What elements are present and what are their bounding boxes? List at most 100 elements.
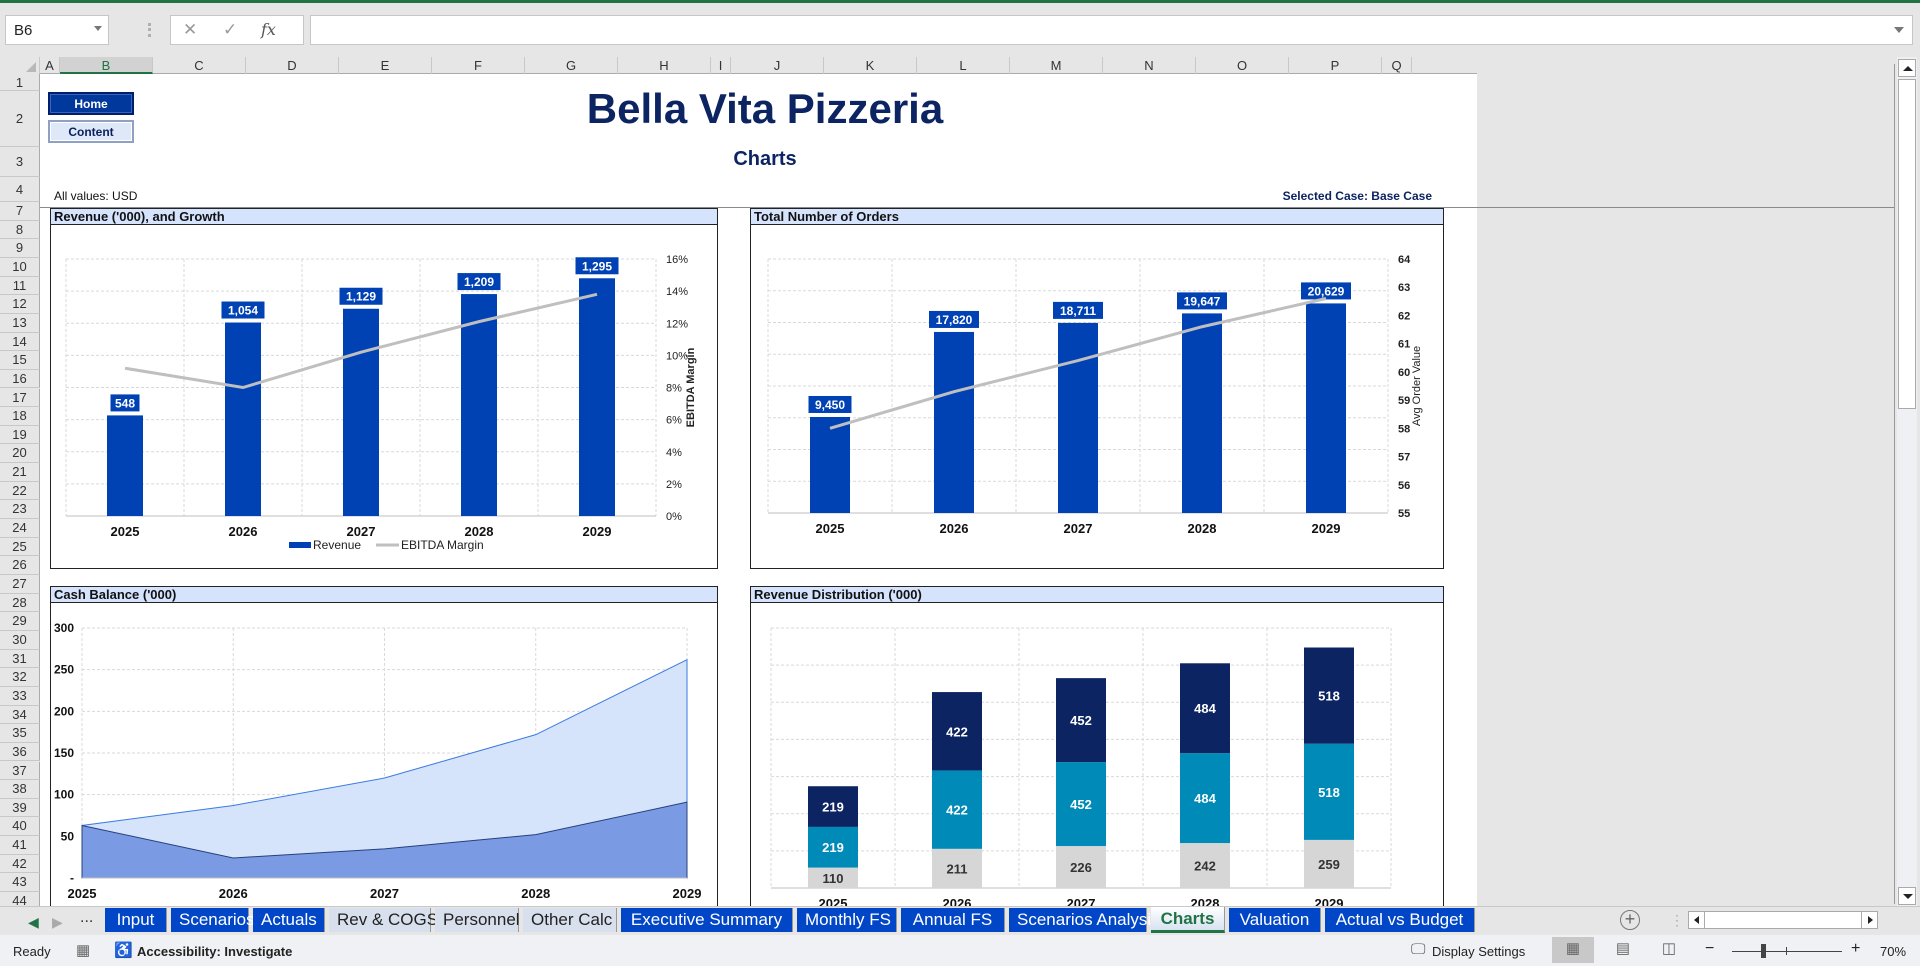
row-header-38[interactable]: 38 — [0, 780, 40, 799]
row-header-20[interactable]: 20 — [0, 444, 40, 464]
chevron-down-icon[interactable] — [94, 26, 102, 31]
row-header-35[interactable]: 35 — [0, 724, 40, 743]
row-header-42[interactable]: 42 — [0, 854, 40, 874]
zoom-in-icon[interactable]: + — [1851, 940, 1860, 958]
row-header-29[interactable]: 29 — [0, 612, 40, 631]
add-sheet-icon[interactable]: + — [1620, 910, 1640, 930]
display-settings-icon[interactable]: 🖵 — [1411, 941, 1425, 958]
row-header-39[interactable]: 39 — [0, 798, 40, 818]
row-header-43[interactable]: 43 — [0, 873, 40, 893]
column-header-h[interactable]: H — [618, 57, 711, 74]
row-header-30[interactable]: 30 — [0, 630, 40, 650]
column-header-f[interactable]: F — [432, 57, 525, 74]
tab-input[interactable]: Input — [105, 908, 167, 932]
row-header-24[interactable]: 24 — [0, 519, 40, 538]
row-header-21[interactable]: 21 — [0, 463, 40, 482]
row-header-9[interactable]: 9 — [0, 239, 40, 258]
row-header-1[interactable]: 1 — [0, 74, 40, 91]
row-header-11[interactable]: 11 — [0, 276, 40, 296]
column-header-b[interactable]: B — [60, 57, 153, 74]
zoom-slider-thumb[interactable] — [1761, 944, 1766, 958]
row-header-13[interactable]: 13 — [0, 313, 40, 333]
tab-next-icon[interactable]: ▶ — [52, 914, 63, 931]
row-header-17[interactable]: 17 — [0, 388, 40, 408]
normal-view-icon[interactable]: ▦ — [1552, 937, 1594, 963]
tab-actuals[interactable]: Actuals — [253, 908, 325, 932]
row-header-23[interactable]: 23 — [0, 500, 40, 520]
column-header-k[interactable]: K — [824, 57, 917, 74]
row-header-32[interactable]: 32 — [0, 668, 40, 687]
row-header-40[interactable]: 40 — [0, 817, 40, 837]
tab-valuation[interactable]: Valuation — [1229, 908, 1321, 932]
row-header-26[interactable]: 26 — [0, 556, 40, 575]
column-header-i[interactable]: I — [711, 57, 731, 74]
enter-icon[interactable]: ✓ — [223, 20, 237, 40]
row-header-16[interactable]: 16 — [0, 369, 40, 389]
zoom-slider[interactable] — [1732, 951, 1842, 952]
tab-scenarios[interactable]: Scenarios — [171, 908, 255, 932]
column-header-e[interactable]: E — [339, 57, 432, 74]
row-header-10[interactable]: 10 — [0, 257, 40, 277]
insert-function-icon[interactable]: fx — [261, 20, 276, 39]
column-header-c[interactable]: C — [153, 57, 246, 74]
orders-chart[interactable]: 9,450 2025 17,820 2026 18,711 2027 19,647 2028 2… — [751, 226, 1443, 569]
tab-executive-summary[interactable]: Executive Summary — [621, 908, 793, 932]
scroll-down-icon[interactable] — [1898, 887, 1916, 905]
home-button[interactable]: Home — [48, 92, 134, 115]
scroll-left-icon[interactable] — [1689, 912, 1705, 928]
tab-more[interactable]: ... — [80, 909, 93, 927]
row-header-33[interactable]: 33 — [0, 686, 40, 706]
row-header-34[interactable]: 34 — [0, 705, 40, 725]
row-header-19[interactable]: 19 — [0, 425, 40, 445]
column-header-m[interactable]: M — [1010, 57, 1103, 74]
column-header-o[interactable]: O — [1196, 57, 1289, 74]
row-header-25[interactable]: 25 — [0, 537, 40, 557]
page-break-icon[interactable]: ◫ — [1648, 937, 1690, 963]
select-all-button[interactable] — [0, 57, 40, 74]
distribution-chart[interactable]: 1102192192025211422422202622645245220272… — [751, 604, 1443, 916]
row-header-12[interactable]: 12 — [0, 295, 40, 314]
accessibility-icon[interactable]: ♿ — [114, 941, 133, 959]
row-header-18[interactable]: 18 — [0, 407, 40, 426]
tab-other-calc[interactable]: Other Calc — [523, 908, 617, 932]
row-header-14[interactable]: 14 — [0, 332, 40, 352]
name-box[interactable]: B6 — [5, 15, 109, 45]
column-header-d[interactable]: D — [246, 57, 339, 74]
column-header-j[interactable]: J — [731, 57, 824, 74]
cash-chart[interactable]: - 50 100 150 200 250 300 2025 2026 2027 2028 2029 — [51, 604, 717, 916]
row-header-41[interactable]: 41 — [0, 836, 40, 855]
row-header-3[interactable]: 3 — [0, 147, 40, 177]
scroll-thumb[interactable] — [1898, 79, 1916, 409]
tab-split-grip[interactable]: ⋮ — [1670, 912, 1684, 929]
column-header-a[interactable]: A — [40, 57, 60, 74]
row-header-36[interactable]: 36 — [0, 742, 40, 762]
row-header-22[interactable]: 22 — [0, 481, 40, 501]
column-header-g[interactable]: G — [525, 57, 618, 74]
tab-monthly-fs[interactable]: Monthly FS — [797, 908, 897, 932]
page-layout-icon[interactable]: ▤ — [1602, 937, 1644, 963]
formula-bar-grip[interactable] — [148, 23, 151, 37]
display-settings[interactable]: Display Settings — [1432, 944, 1525, 959]
row-header-2[interactable]: 2 — [0, 91, 40, 147]
row-header-27[interactable]: 27 — [0, 575, 40, 594]
zoom-level[interactable]: 70% — [1880, 944, 1906, 959]
cancel-icon[interactable]: ✕ — [183, 20, 197, 40]
column-header-q[interactable]: Q — [1382, 57, 1412, 74]
tab-prev-icon[interactable]: ◀ — [28, 914, 39, 931]
scroll-up-icon[interactable] — [1898, 59, 1916, 77]
row-header-37[interactable]: 37 — [0, 761, 40, 781]
macro-record-icon[interactable]: ▦ — [76, 941, 90, 959]
tab-rev-cogs[interactable]: Rev & COGS — [329, 908, 438, 932]
column-header-p[interactable]: P — [1289, 57, 1382, 74]
row-header-28[interactable]: 28 — [0, 593, 40, 613]
formula-input[interactable] — [310, 15, 1913, 45]
zoom-out-icon[interactable]: − — [1705, 940, 1714, 958]
tab-charts[interactable]: Charts — [1151, 907, 1225, 933]
row-header-31[interactable]: 31 — [0, 649, 40, 669]
revenue-chart[interactable]: 548 2025 1,054 2026 1,129 2027 1,209 2028 1,295 2… — [51, 226, 717, 569]
tab-actual-vs-budget[interactable]: Actual vs Budget — [1325, 908, 1475, 932]
column-header-n[interactable]: N — [1103, 57, 1196, 74]
scroll-right-icon[interactable] — [1861, 912, 1877, 928]
content-button[interactable]: Content — [48, 120, 134, 143]
tab-scenarios-analysis[interactable]: Scenarios Analysis — [1009, 908, 1160, 932]
